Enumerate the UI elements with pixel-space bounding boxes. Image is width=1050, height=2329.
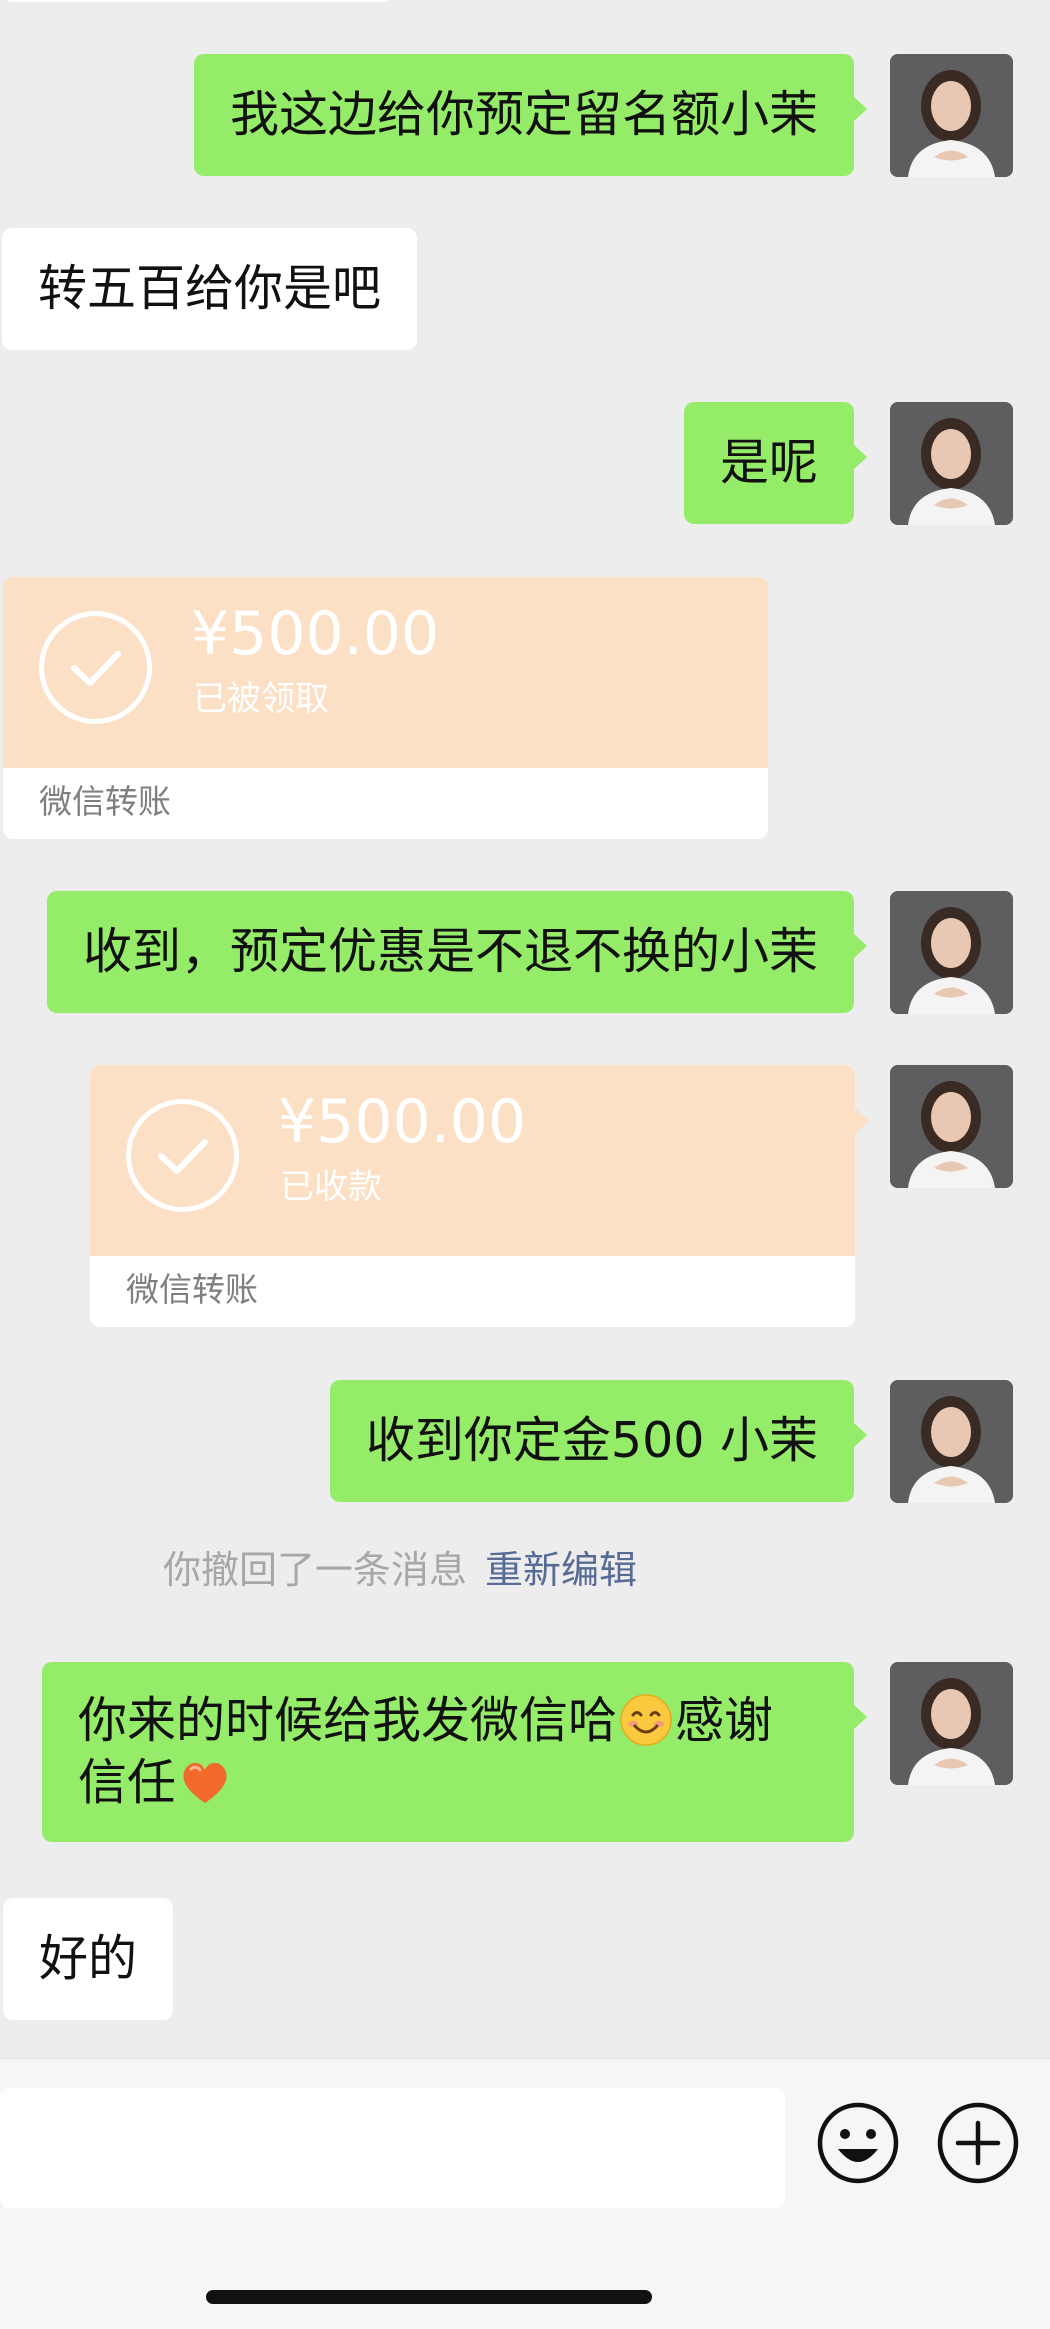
avatar-photo-icon	[890, 891, 1013, 1014]
my-message-bubble[interactable]: 收到，预定优惠是不退不换的小茉	[46, 891, 868, 1013]
avatar-photo-icon	[890, 1662, 1013, 1785]
emoji-button[interactable]	[816, 2101, 900, 2185]
re-edit-link[interactable]: 重新编辑	[485, 1548, 637, 1592]
transfer-status: 已收款	[280, 1167, 382, 1207]
avatar-photo-icon	[890, 1380, 1013, 1503]
their-message-bubble[interactable]: 好的	[3, 1898, 174, 2020]
my-message-bubble[interactable]: 我这边给你预定留名额小茉	[193, 54, 868, 176]
my-avatar[interactable]	[890, 1380, 1013, 1503]
transfer-footer-label: 微信转账	[126, 1270, 258, 1309]
chat-message-list[interactable]: 我这边给你预定留名额小茉 转五百给你是吧 是呢 ¥500.00 已被领取 微信转…	[0, 0, 1050, 2058]
recall-notice: 你撤回了一条消息 重新编辑	[163, 1540, 637, 1600]
message-text: 收到你定金500 小茉	[365, 1412, 818, 1469]
my-avatar[interactable]	[890, 402, 1013, 525]
previous-message-bubble-edge	[2, 0, 392, 2]
transfer-amount: ¥500.00	[191, 599, 440, 669]
avatar-photo-icon	[890, 54, 1013, 177]
message-text: 是呢	[719, 434, 818, 491]
plus-circle-icon	[937, 2102, 1019, 2184]
transfer-card-header: ¥500.00 已收款	[90, 1065, 855, 1256]
transfer-footer-label: 微信转账	[39, 782, 171, 821]
avatar-photo-icon	[890, 1065, 1013, 1188]
my-message-bubble[interactable]: 收到你定金500 小茉	[329, 1380, 868, 1502]
message-text: 好的	[39, 1930, 138, 1987]
chat-input-bar	[0, 2058, 1050, 2329]
my-avatar[interactable]	[890, 54, 1013, 177]
transfer-card[interactable]: ¥500.00 已收款 微信转账	[90, 1065, 855, 1327]
message-text: 转五百给你是吧	[38, 260, 382, 317]
smiley-face-icon	[817, 2102, 899, 2184]
check-circle-icon	[39, 611, 152, 724]
home-indicator[interactable]	[206, 2290, 652, 2304]
my-message-bubble[interactable]: 是呢	[683, 402, 868, 524]
avatar-photo-icon	[890, 402, 1013, 525]
transfer-card-header: ¥500.00 已被领取	[3, 577, 768, 768]
more-options-button[interactable]	[936, 2101, 1020, 2185]
transfer-card[interactable]: ¥500.00 已被领取 微信转账	[3, 577, 768, 839]
my-message-bubble[interactable]: 你来的时候给我发微信哈 感谢信任	[42, 1662, 867, 1842]
my-avatar[interactable]	[890, 891, 1013, 1014]
my-avatar[interactable]	[890, 1065, 1013, 1188]
message-text: 我这边给你预定留名额小茉	[229, 86, 818, 143]
recall-notice-text: 你撤回了一条消息	[163, 1548, 468, 1592]
message-input[interactable]	[0, 2088, 785, 2208]
my-avatar[interactable]	[890, 1662, 1013, 1785]
message-text: 你来的时候给我发微信哈	[78, 1692, 618, 1749]
transfer-amount: ¥500.00	[278, 1087, 527, 1157]
message-text: 收到，预定优惠是不退不换的小茉	[82, 923, 818, 980]
transfer-card-tail	[855, 1108, 869, 1134]
check-circle-icon	[126, 1099, 239, 1212]
their-message-bubble[interactable]: 转五百给你是吧	[2, 228, 418, 350]
smiling-face-emoji-icon	[619, 1693, 673, 1747]
transfer-status: 已被领取	[193, 679, 329, 719]
orange-heart-emoji-icon	[178, 1755, 232, 1809]
